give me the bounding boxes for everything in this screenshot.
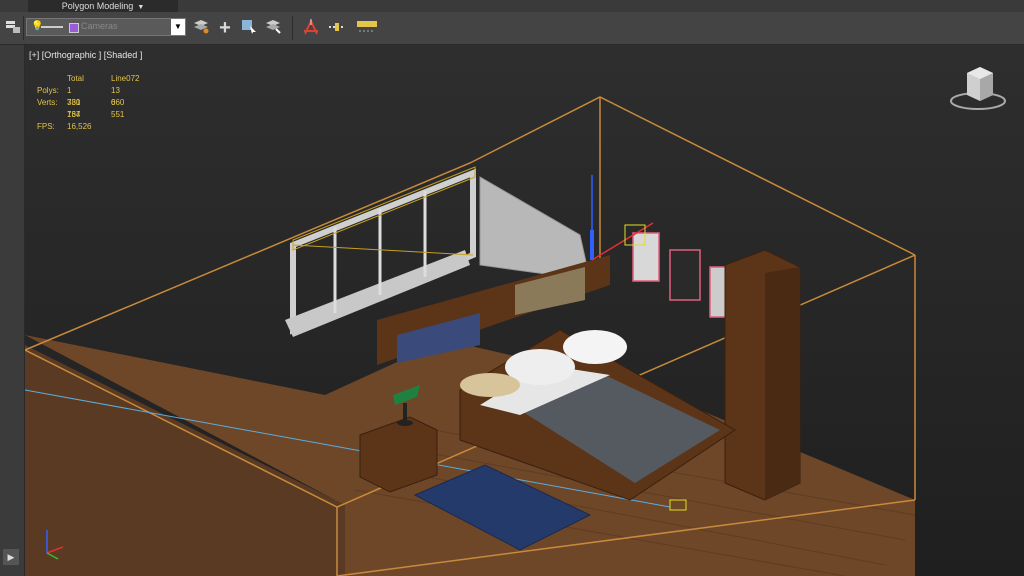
left-command-strip	[0, 45, 25, 576]
dropdown-value: Cameras	[81, 21, 118, 31]
bookcase-front	[765, 267, 800, 500]
wall-picture-1[interactable]	[632, 232, 660, 282]
chevron-down-icon: ▼	[137, 4, 145, 11]
toolbar-separator	[292, 16, 293, 40]
layer-color-swatch	[69, 23, 79, 33]
tape-icon[interactable]	[326, 17, 348, 39]
ribbon-tab-label: Polygon Modeling	[61, 1, 134, 11]
main-toolbar: 💡 Cameras ▼ +	[0, 12, 1024, 45]
stats-fps-value: 16,526	[67, 122, 92, 131]
window-shutter[interactable]	[479, 176, 591, 281]
stats-verts-total: 781 137	[67, 98, 81, 119]
wall-picture-2[interactable]	[669, 249, 701, 301]
plus-icon[interactable]: +	[214, 17, 236, 39]
scene-canvas[interactable]	[25, 45, 1024, 576]
freeze-icon	[41, 26, 63, 28]
stats-verts-label: Verts:	[37, 98, 58, 107]
ribbon-tab-polygon-modeling[interactable]: Polygon Modeling ▼	[28, 0, 178, 12]
toolbar-separator	[23, 16, 24, 40]
stats-fps-label: FPS:	[37, 122, 55, 131]
pillow-2[interactable]	[563, 330, 627, 364]
viewcube-icon[interactable]	[950, 67, 1006, 110]
stats-verts-object: 6 551	[111, 98, 125, 119]
stats-header-total: Total	[67, 74, 84, 83]
select-icon[interactable]	[238, 17, 260, 39]
array-icon[interactable]	[300, 17, 322, 39]
ruler-icon[interactable]	[354, 17, 380, 39]
play-icon: ▶	[7, 552, 15, 562]
layer-add-icon[interactable]	[262, 17, 284, 39]
wall-picture-3[interactable]	[709, 266, 727, 318]
layer-explorer-icon[interactable]	[2, 17, 24, 39]
ribbon-tab-bar: Polygon Modeling ▼	[0, 0, 1024, 12]
viewport-label[interactable]: [+] [Orthographic ] [Shaded ]	[29, 50, 142, 60]
chevron-down-icon[interactable]: ▼	[171, 19, 185, 35]
pillow-bolster	[460, 373, 520, 397]
stats-header-object: Line072	[111, 74, 140, 83]
layers-icon[interactable]	[190, 17, 212, 39]
stats-polys-label: Polys:	[37, 86, 59, 95]
play-button[interactable]: ▶	[3, 549, 19, 565]
selection-set-dropdown[interactable]: 💡 Cameras ▼	[26, 18, 186, 36]
viewport-perspective[interactable]: [+] [Orthographic ] [Shaded ] Total Line…	[25, 45, 1024, 576]
